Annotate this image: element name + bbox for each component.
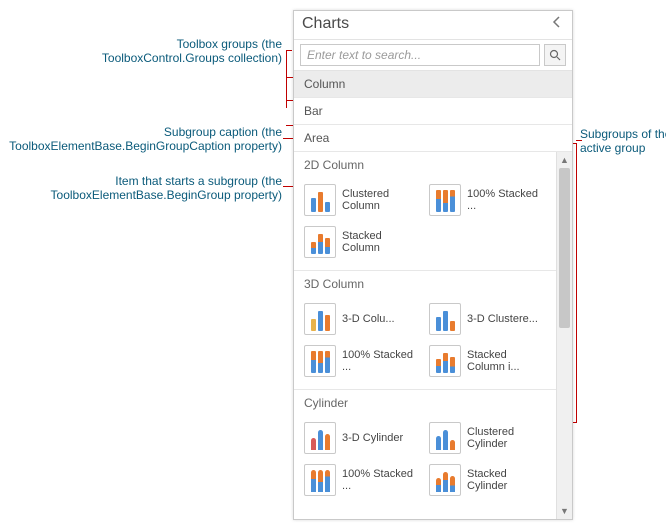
chart-icon <box>429 184 461 216</box>
item-label: 3-D Colu... <box>342 313 395 325</box>
scroll-down-arrow[interactable]: ▼ <box>557 503 572 519</box>
chart-icon <box>429 422 461 454</box>
item-3d-cylinder[interactable]: 3-D Cylinder <box>302 420 423 456</box>
search-row <box>294 40 572 71</box>
item-3d-stacked-in[interactable]: Stacked Column i... <box>427 343 548 379</box>
item-label: Stacked Column i... <box>467 349 546 373</box>
item-label: Clustered Column <box>342 188 421 212</box>
item-100-stacked-cylinder[interactable]: 100% Stacked ... <box>302 462 423 498</box>
group-area[interactable]: Area <box>294 125 572 152</box>
chart-icon <box>304 226 336 258</box>
chart-icon <box>304 303 336 335</box>
chart-icon <box>304 422 336 454</box>
annotation-start-item: Item that starts a subgroup (the Toolbox… <box>0 174 282 202</box>
search-icon <box>549 49 561 61</box>
panel-title: Charts <box>302 15 548 33</box>
item-3d-clustered[interactable]: 3-D Clustere... <box>427 301 548 337</box>
group-column[interactable]: Column <box>294 71 572 98</box>
annotation-subgroups-active: Subgroups of the active group <box>580 127 666 155</box>
scroll-up-arrow[interactable]: ▲ <box>557 152 572 168</box>
item-label: Clustered Cylinder <box>467 426 546 450</box>
toolbox-panel: Charts Column Bar Area 2D Column <box>293 10 573 520</box>
subgroup-2d-items: Clustered Column 100% Stacked ... <box>294 176 556 270</box>
collapse-button[interactable] <box>548 15 566 33</box>
chart-icon <box>429 303 461 335</box>
chart-icon <box>429 464 461 496</box>
subgroup-cylinder-items: 3-D Cylinder Clustered Cylinder <box>294 414 556 508</box>
scrollbar[interactable]: ▲ ▼ <box>556 152 572 519</box>
item-3d-column[interactable]: 3-D Colu... <box>302 301 423 337</box>
annotation-subgroup-caption: Subgroup caption (the ToolboxElementBase… <box>0 125 282 153</box>
leader-line <box>576 143 577 423</box>
subgroup-3d-items: 3-D Colu... 3-D Clustere... <box>294 295 556 389</box>
item-label: 3-D Cylinder <box>342 432 403 444</box>
item-stacked-column[interactable]: Stacked Column <box>302 224 423 260</box>
leader-line <box>286 50 292 51</box>
item-clustered-cylinder[interactable]: Clustered Cylinder <box>427 420 548 456</box>
item-100-stacked-column[interactable]: 100% Stacked ... <box>427 182 548 218</box>
scroll-thumb[interactable] <box>559 168 570 328</box>
chart-icon <box>304 184 336 216</box>
group-list: Column Bar Area <box>294 71 572 152</box>
chart-icon <box>304 464 336 496</box>
chart-icon <box>304 345 336 377</box>
item-label: Stacked Cylinder <box>467 468 546 492</box>
item-label: 100% Stacked ... <box>342 349 421 373</box>
search-button[interactable] <box>544 44 566 66</box>
panel-header: Charts <box>294 11 572 40</box>
subgroup-cylinder-caption: Cylinder <box>294 389 556 414</box>
subgroup-2d-caption: 2D Column <box>294 152 556 176</box>
chart-icon <box>429 345 461 377</box>
subgroup-3d-caption: 3D Column <box>294 270 556 295</box>
group-bar[interactable]: Bar <box>294 98 572 125</box>
item-3d-100-stacked[interactable]: 100% Stacked ... <box>302 343 423 379</box>
item-clustered-column[interactable]: Clustered Column <box>302 182 423 218</box>
annotation-toolbox-groups: Toolbox groups (the ToolboxControl.Group… <box>0 37 282 65</box>
item-label: Stacked Column <box>342 230 421 254</box>
leader-line <box>576 140 582 141</box>
content-scroll: 2D Column Clustered Column <box>294 152 556 519</box>
item-label: 100% Stacked ... <box>467 188 546 212</box>
item-stacked-cylinder[interactable]: Stacked Cylinder <box>427 462 548 498</box>
item-label: 100% Stacked ... <box>342 468 421 492</box>
chevron-left-icon <box>551 16 563 28</box>
content-area: 2D Column Clustered Column <box>294 152 572 519</box>
item-label: 3-D Clustere... <box>467 313 538 325</box>
search-input[interactable] <box>300 44 540 66</box>
